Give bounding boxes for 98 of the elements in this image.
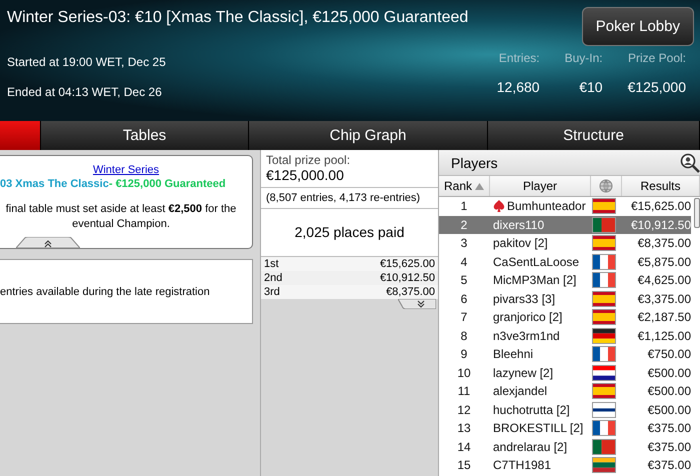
result-cell-text: €375.00 [646, 440, 691, 454]
player-row[interactable]: 3 pakitov [2] €8,375.00 [439, 234, 691, 252]
tournament-subtitle: 03 Xmas The Classic [0, 178, 109, 190]
player-name: huchotrutta [2] [493, 402, 570, 417]
collapse-tab[interactable] [16, 237, 80, 249]
player-name: BROKESTILL [2] [493, 421, 584, 436]
series-link[interactable]: Winter Series [92, 164, 160, 176]
rank-cell-text: 4 [460, 254, 468, 269]
prize-pool-label: Total prize pool: [266, 153, 352, 167]
start-time: Started at 19:00 WET, Dec 25 [7, 55, 166, 69]
rank-cell-text: 12 [456, 402, 472, 417]
player-row[interactable]: 1 Bumhunteador €15,625.00 [439, 197, 691, 216]
poker-lobby-button[interactable]: Poker Lobby [582, 7, 694, 46]
stat-value: 12,680 [496, 79, 540, 95]
player-row[interactable]: 6 pivars33 [3] €3,375.00 [439, 290, 691, 308]
player-name: n3ve3rm1nd [493, 328, 560, 343]
result-cell-text: €2,187.50 [636, 310, 691, 324]
player-row[interactable]: 9 Bleehni €750.00 [439, 345, 691, 364]
player-name: CaSentLaLoose [493, 254, 580, 269]
player-name: Bumhunteador [507, 199, 586, 214]
player-name: MicMP3Man [2] [493, 273, 576, 288]
player-row[interactable]: 2 dixers110 €10,912.50 [439, 216, 691, 234]
tab[interactable]: Structure [488, 121, 700, 150]
search-icon[interactable] [680, 152, 700, 172]
player-row[interactable]: 11 alexjandel €500.00 [439, 382, 691, 400]
player-row[interactable]: 12 huchotrutta [2] €500.00 [439, 400, 691, 419]
rank-cell-text: 2 [460, 218, 468, 232]
prize-pool-total: €125,000.00 [266, 167, 345, 183]
stat-label: Entries: [498, 51, 540, 65]
rank-cell-text: 14 [456, 440, 472, 454]
player-name: andrelarau [2] [493, 440, 568, 454]
rank-cell-text: 10 [456, 366, 472, 380]
info-note: final table must set aside at least €2,500 for the eventual Champion. [4, 202, 238, 232]
rank-cell-text: 9 [460, 347, 468, 362]
tournament-title: Winter Series-03: €10 [Xmas The Classic], €125,000 Guaranteed [7, 9, 468, 27]
result-cell-text: €3,375.00 [636, 292, 691, 306]
rank-cell-text: 1 [460, 199, 468, 214]
player-row[interactable]: 10 lazynew [2] €500.00 [439, 364, 691, 382]
player-row[interactable]: 8 n3ve3rm1nd €1,125.00 [439, 326, 691, 345]
results-column-header[interactable]: Results [622, 176, 700, 196]
rank-cell-text: 6 [460, 292, 468, 306]
player-name: pivars33 [3] [493, 292, 556, 306]
rank-cell-text: 3 [460, 236, 468, 250]
result-cell-text: €1,125.00 [636, 328, 691, 343]
place-cell: 3rd [264, 286, 280, 298]
stat-value: €125,000 [628, 79, 686, 95]
player-name: C7TH1981 [493, 458, 552, 472]
player-name: pakitov [2] [493, 236, 548, 250]
player-name: Bleehni [493, 347, 534, 362]
expand-tab[interactable] [398, 299, 436, 309]
rank-cell-text: 5 [460, 273, 468, 288]
player-row[interactable]: 7 granjorico [2] €2,187.50 [439, 308, 691, 326]
guarantee-text: - €125,000 Guaranteed [108, 178, 226, 190]
player-row[interactable]: 13 BROKESTILL [2] €375.00 [439, 419, 691, 438]
rank-column-header[interactable]: Rank [439, 176, 490, 196]
globe-icon[interactable] [599, 179, 613, 193]
player-row[interactable]: 15 C7TH1981 €375.00 [439, 456, 691, 474]
result-cell-text: €5,875.00 [636, 254, 691, 269]
player-row[interactable]: 5 MicMP3Man [2] €4,625.00 [439, 271, 691, 290]
result-cell-text: €375.00 [646, 421, 691, 436]
rank-cell-text: 13 [456, 421, 472, 436]
rank-cell-text: 8 [460, 328, 468, 343]
player-name: granjorico [2] [493, 310, 562, 324]
result-cell-text: €500.00 [646, 384, 691, 398]
place-cell: 1st [264, 258, 279, 270]
scrollbar[interactable] [694, 198, 700, 228]
result-cell-text: €15,625.00 [630, 199, 691, 214]
result-cell-text: €750.00 [646, 347, 691, 362]
rank-cell-text: 15 [456, 458, 472, 472]
sort-ascending-icon [475, 182, 484, 190]
player-row[interactable]: 14 andrelarau [2] €375.00 [439, 438, 691, 456]
result-cell-text: €10,912.50 [630, 218, 691, 232]
player-name: alexjandel [493, 384, 548, 398]
tab[interactable] [0, 121, 41, 150]
result-cell-text: €4,625.00 [636, 273, 691, 288]
result-cell-text: €375.00 [646, 458, 691, 472]
player-row[interactable]: 4 CaSentLaLoose €5,875.00 [439, 252, 691, 271]
rank-cell-text: 7 [460, 310, 468, 324]
player-name: lazynew [2] [493, 366, 554, 380]
payout-cell: €15,625.00 [380, 258, 435, 270]
registration-note: entries available during the late registration [0, 286, 210, 298]
player-column-header[interactable]: Player [490, 176, 591, 196]
result-cell-text: €8,375.00 [636, 236, 691, 250]
players-title: Players [451, 154, 498, 170]
stat-label: Prize Pool: [628, 51, 686, 65]
rank-cell-text: 11 [456, 384, 472, 398]
stat-label: Buy-In: [564, 51, 603, 65]
payout-cell: €10,912.50 [380, 272, 435, 284]
tab[interactable]: Chip Graph [249, 121, 488, 150]
entries-text: (8,507 entries, 4,173 re-entries) [261, 188, 438, 209]
tab[interactable]: Tables [41, 121, 249, 150]
player-name: dixers110 [493, 218, 544, 232]
place-cell: 2nd [264, 272, 282, 284]
stat-value: €10 [579, 79, 603, 95]
result-cell-text: €500.00 [646, 366, 691, 380]
result-cell-text: €500.00 [646, 402, 691, 417]
end-time: Ended at 04:13 WET, Dec 26 [7, 85, 163, 99]
payout-cell: €8,375.00 [386, 286, 435, 298]
